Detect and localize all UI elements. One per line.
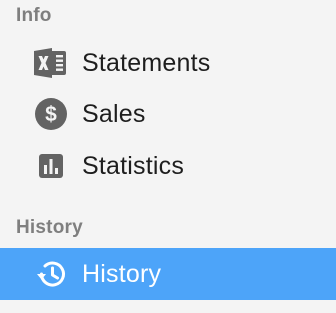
sidebar-item-label: History [82,259,162,288]
sidebar-item-label: Statements [82,48,211,77]
excel-icon [34,46,68,80]
sidebar-item-label: Statistics [82,151,185,180]
sidebar-item-statements[interactable]: Statements [0,37,336,89]
history-icon [34,257,68,291]
svg-text:$: $ [45,103,57,126]
sidebar-item-statistics[interactable]: Statistics [0,140,336,192]
sidebar: Info Statements $ Sales Statistics Histo… [0,0,336,313]
sidebar-item-label: Sales [82,99,146,128]
sidebar-item-sales[interactable]: $ Sales [0,88,336,140]
section-header-history: History [16,217,83,238]
sidebar-item-history[interactable]: History [0,248,336,300]
bar-chart-icon [34,149,68,183]
dollar-circle-icon: $ [34,97,68,131]
section-header-info: Info [16,5,52,26]
